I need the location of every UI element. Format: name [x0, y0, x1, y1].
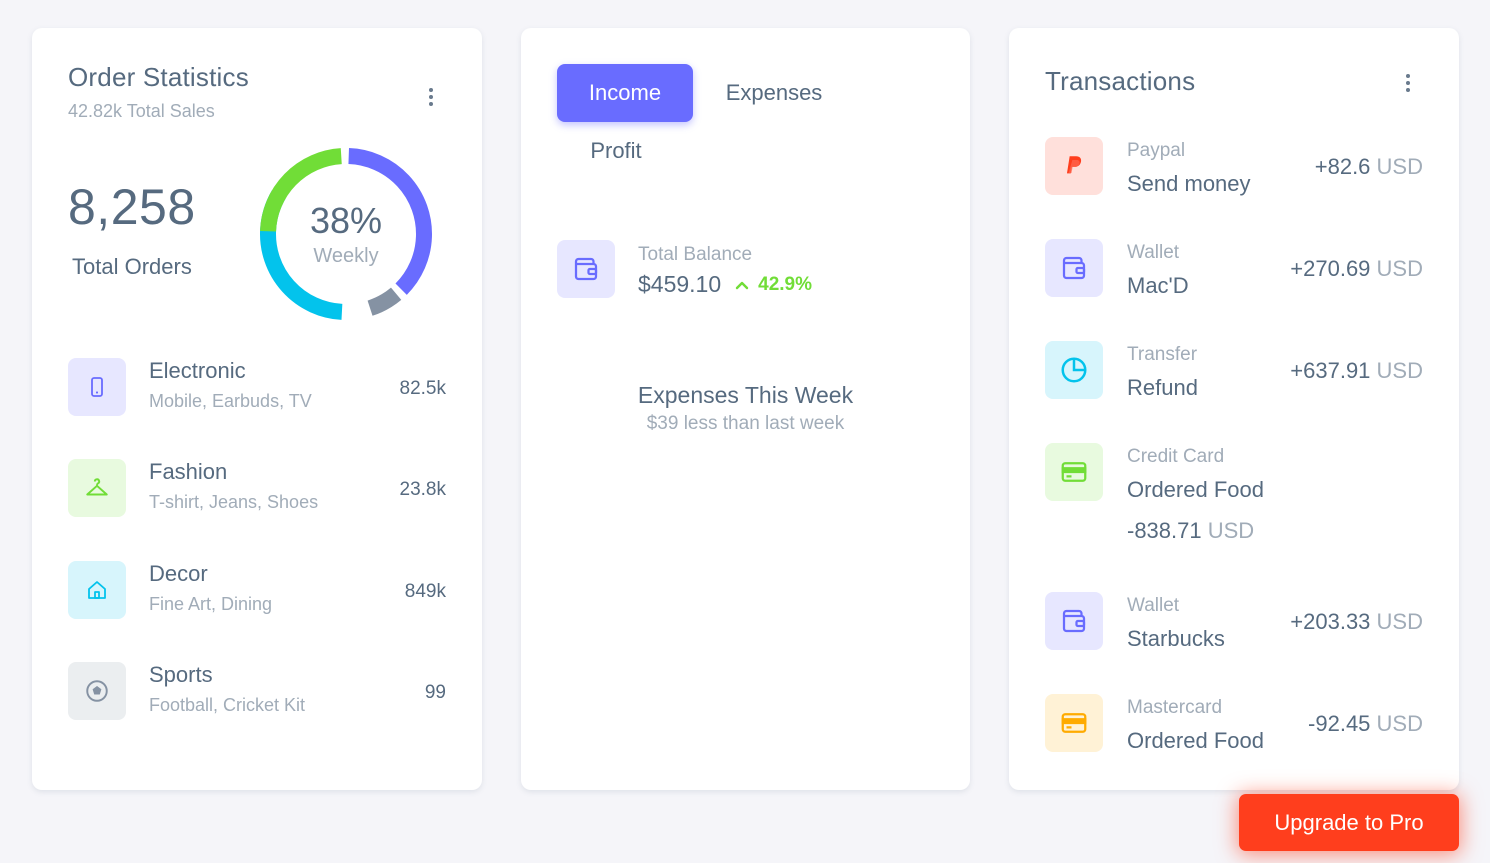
transaction-source: Wallet — [1127, 242, 1180, 263]
pie-chart-icon — [1045, 341, 1103, 399]
transaction-desc: Ordered Food — [1127, 728, 1264, 753]
category-name: Decor — [149, 561, 208, 586]
amount-currency: USD — [1376, 154, 1423, 179]
category-sub: Football, Cricket Kit — [149, 695, 306, 715]
upgrade-to-pro-button[interactable]: Upgrade to Pro — [1239, 794, 1459, 851]
transaction-source: Credit Card — [1127, 446, 1225, 467]
expenses-week-title: Expenses This Week — [637, 382, 854, 408]
category-item-decor: Decor Fine Art, Dining 849k — [68, 561, 446, 621]
transactions-card: Transactions Paypal Send money +82.6 USD… — [1009, 28, 1459, 790]
chevron-up-icon — [735, 281, 749, 289]
wallet-icon — [1045, 239, 1103, 297]
paypal-icon — [1045, 137, 1103, 195]
category-item-fashion: Fashion T-shirt, Jeans, Shoes 23.8k — [68, 459, 446, 519]
transaction-amount: -92.45 USD — [1308, 711, 1423, 737]
tab-expenses[interactable]: Expenses — [711, 64, 837, 122]
hanger-icon — [68, 459, 126, 517]
amount-currency: USD — [1376, 711, 1423, 736]
amount-currency: USD — [1376, 256, 1423, 281]
transaction-source: Transfer — [1127, 344, 1198, 365]
transaction-amount: +270.69 USD — [1290, 256, 1423, 282]
transaction-item: Mastercard Ordered Food -92.45 USD — [1045, 694, 1423, 764]
amount-currency: USD — [1376, 609, 1423, 634]
transaction-desc: Send money — [1127, 171, 1251, 196]
category-value: 99 — [424, 682, 446, 703]
transaction-amount: -838.71 USD — [1127, 518, 1254, 544]
transaction-desc: Starbucks — [1127, 626, 1225, 651]
wallet-icon — [1045, 592, 1103, 650]
total-balance-value: $459.10 — [638, 271, 722, 297]
total-orders-label: Total Orders — [72, 254, 192, 279]
income-card: Income Expenses Profit Total Balance $45… — [521, 28, 970, 790]
amount-value: +637.91 — [1290, 358, 1371, 383]
expenses-week-sub: $39 less than last week — [646, 413, 845, 434]
donut-percent: 38% — [309, 200, 383, 241]
credit-card-icon — [1045, 694, 1103, 752]
order-statistics-title: Order Statistics — [68, 62, 249, 92]
transaction-item: Transfer Refund +637.91 USD — [1045, 341, 1423, 411]
category-name: Sports — [149, 662, 213, 687]
football-icon — [68, 662, 126, 720]
amount-value: -92.45 — [1308, 711, 1371, 736]
amount-currency: USD — [1207, 518, 1255, 543]
category-name: Fashion — [149, 459, 228, 484]
home-icon — [68, 561, 126, 619]
amount-currency: USD — [1376, 358, 1423, 383]
category-sub: Fine Art, Dining — [149, 594, 273, 614]
amount-value: +270.69 — [1290, 256, 1371, 281]
transaction-item: Credit Card Ordered Food -838.71 USD — [1045, 443, 1423, 553]
transaction-source: Mastercard — [1127, 697, 1223, 718]
transactions-title: Transactions — [1045, 66, 1196, 96]
transaction-amount: +203.33 USD — [1290, 609, 1423, 635]
category-item-electronic: Electronic Mobile, Earbuds, TV 82.5k — [68, 358, 446, 418]
category-value: 23.8k — [399, 479, 446, 500]
total-balance-row: $459.10 42.9% — [638, 271, 812, 298]
category-name: Electronic — [149, 358, 246, 383]
wallet-icon — [557, 240, 615, 298]
category-sub: T-shirt, Jeans, Shoes — [149, 492, 319, 512]
transaction-item: Wallet Starbucks +203.33 USD — [1045, 592, 1423, 662]
total-sales-subtitle: 42.82k Total Sales — [68, 101, 215, 121]
amount-value: +82.6 — [1314, 154, 1371, 179]
mobile-icon — [68, 358, 126, 416]
category-sub: Mobile, Earbuds, TV — [149, 391, 312, 411]
tab-income[interactable]: Income — [557, 64, 693, 122]
total-orders-value: 8,258 — [68, 179, 196, 235]
category-item-sports: Sports Football, Cricket Kit 99 — [68, 662, 446, 722]
transaction-item: Paypal Send money +82.6 USD — [1045, 137, 1423, 207]
transactions-more-icon[interactable] — [1396, 68, 1420, 98]
tab-profit[interactable]: Profit — [569, 124, 663, 178]
transaction-source: Paypal — [1127, 140, 1186, 161]
order-statistics-more-icon[interactable] — [419, 82, 443, 112]
transaction-desc: Refund — [1127, 375, 1198, 400]
transaction-desc: Mac'D — [1127, 273, 1189, 298]
category-value: 82.5k — [399, 378, 446, 399]
transaction-amount: +82.6 USD — [1315, 154, 1423, 180]
transaction-item: Wallet Mac'D +270.69 USD — [1045, 239, 1423, 309]
amount-value: -838.71 — [1127, 518, 1202, 543]
category-value: 849k — [404, 581, 446, 602]
amount-value: +203.33 — [1290, 609, 1371, 634]
balance-change-value: 42.9% — [758, 273, 813, 295]
transaction-source: Wallet — [1127, 595, 1180, 616]
balance-change: 42.9% — [735, 274, 812, 296]
total-balance-label: Total Balance — [638, 244, 753, 265]
transaction-desc: Ordered Food — [1127, 477, 1264, 502]
credit-card-icon — [1045, 443, 1103, 501]
donut-label: Weekly — [313, 245, 379, 267]
transaction-amount: +637.91 USD — [1290, 358, 1423, 384]
order-statistics-card: Order Statistics 42.82k Total Sales 8,25… — [32, 28, 482, 790]
